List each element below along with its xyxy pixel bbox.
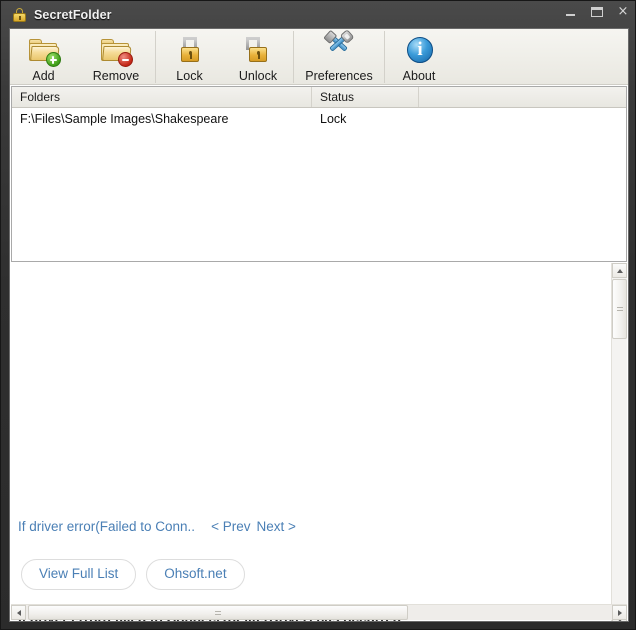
folder-remove-icon [100, 34, 133, 67]
column-header-blank[interactable] [419, 87, 626, 107]
padlock-closed-icon [174, 34, 206, 66]
prev-link[interactable]: < Prev [211, 519, 250, 534]
folder-add-icon [28, 34, 61, 67]
remove-button-label: Remove [92, 69, 140, 83]
action-pill-row: View Full List Ohsoft.net [21, 559, 245, 590]
add-button[interactable]: Add [10, 29, 77, 85]
remove-button[interactable]: Remove [77, 29, 155, 85]
column-header-folders[interactable]: Folders [12, 87, 312, 107]
unlock-button-label: Unlock [238, 69, 278, 83]
padlock-open-icon [242, 34, 274, 66]
about-button[interactable]: i About [385, 29, 453, 85]
folder-list-header: Folders Status [12, 87, 626, 108]
window-controls: × [563, 4, 631, 20]
unlock-button[interactable]: Unlock [223, 29, 293, 85]
close-icon: × [617, 4, 629, 19]
about-button-label: About [402, 69, 436, 83]
next-link[interactable]: Next > [256, 519, 295, 534]
add-button-label: Add [32, 69, 55, 83]
window-title: SecretFolder [34, 7, 112, 22]
vertical-scrollbar-thumb[interactable] [612, 279, 627, 339]
scroll-right-button[interactable] [612, 605, 627, 620]
table-row[interactable]: F:\Files\Sample Images\Shakespeare Lock [12, 108, 626, 130]
horizontal-scrollbar-thumb[interactable] [28, 605, 408, 620]
ohsoft-net-button[interactable]: Ohsoft.net [146, 559, 245, 590]
notice-line: If driver error(Failed to Conn.. < Prev … [18, 519, 296, 534]
application-window: SecretFolder × Add Remove Lock Unlock Pr… [0, 0, 636, 630]
tools-icon [323, 33, 355, 66]
scroll-left-button[interactable] [11, 605, 26, 620]
notice-panel: If driver error(Failed to Conn.. < Prev … [11, 263, 612, 621]
title-bar: SecretFolder × [1, 1, 636, 28]
cell-status: Lock [320, 112, 347, 126]
scroll-up-button[interactable] [612, 263, 627, 278]
lock-button-label: Lock [176, 69, 203, 83]
column-header-status[interactable]: Status [312, 87, 419, 107]
minimize-button[interactable] [563, 4, 579, 20]
notice-link[interactable]: If driver error(Failed to Conn.. [18, 519, 195, 534]
preferences-button-label: Preferences [305, 69, 373, 83]
maximize-button[interactable] [589, 4, 605, 20]
lock-button[interactable]: Lock [156, 29, 223, 85]
cell-folder-path: F:\Files\Sample Images\Shakespeare [20, 112, 229, 126]
client-area: Add Remove Lock Unlock Preferences i Abo… [9, 28, 629, 622]
toolbar: Add Remove Lock Unlock Preferences i Abo… [10, 29, 628, 85]
horizontal-scrollbar[interactable] [11, 604, 627, 620]
info-icon: i [403, 34, 435, 66]
lock-icon [13, 7, 26, 22]
folder-list[interactable]: Folders Status F:\Files\Sample Images\Sh… [11, 86, 627, 262]
vertical-scrollbar[interactable] [611, 263, 627, 621]
preferences-button[interactable]: Preferences [294, 29, 384, 85]
close-button[interactable]: × [615, 4, 631, 20]
view-full-list-button[interactable]: View Full List [21, 559, 137, 590]
